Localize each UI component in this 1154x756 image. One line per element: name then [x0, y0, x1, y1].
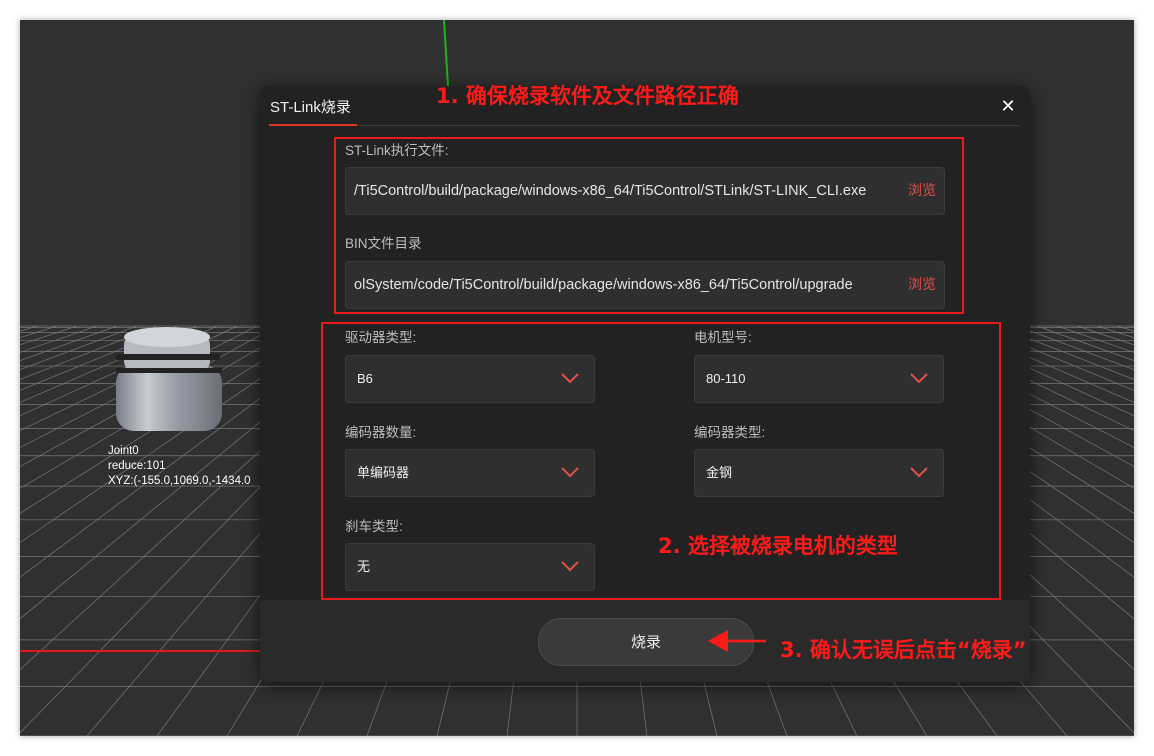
title-accent-underline	[269, 124, 357, 126]
dialog-title: ST-Link烧录	[270, 99, 351, 116]
joint-name-label: Joint0	[108, 445, 139, 457]
title-divider	[269, 125, 1020, 126]
step2-annotation: 2. 选择被烧录电机的类型	[658, 534, 898, 558]
app-window: Joint0 reduce:101 XYZ:(-155.0,1069.0,-14…	[20, 20, 1134, 736]
arrow-left-icon	[708, 630, 766, 652]
joint-reduce-label: reduce:101	[108, 460, 166, 472]
step1-highlight-box	[334, 137, 964, 314]
joint-model[interactable]	[116, 327, 222, 431]
close-icon[interactable]: ✕	[996, 95, 1020, 119]
step1-annotation: 1. 确保烧录软件及文件路径正确	[436, 84, 739, 108]
step3-annotation: 3. 确认无误后点击“烧录”	[780, 638, 1027, 662]
joint-xyz-label: XYZ:(-155.0,1069.0,-1434.0	[108, 475, 251, 487]
